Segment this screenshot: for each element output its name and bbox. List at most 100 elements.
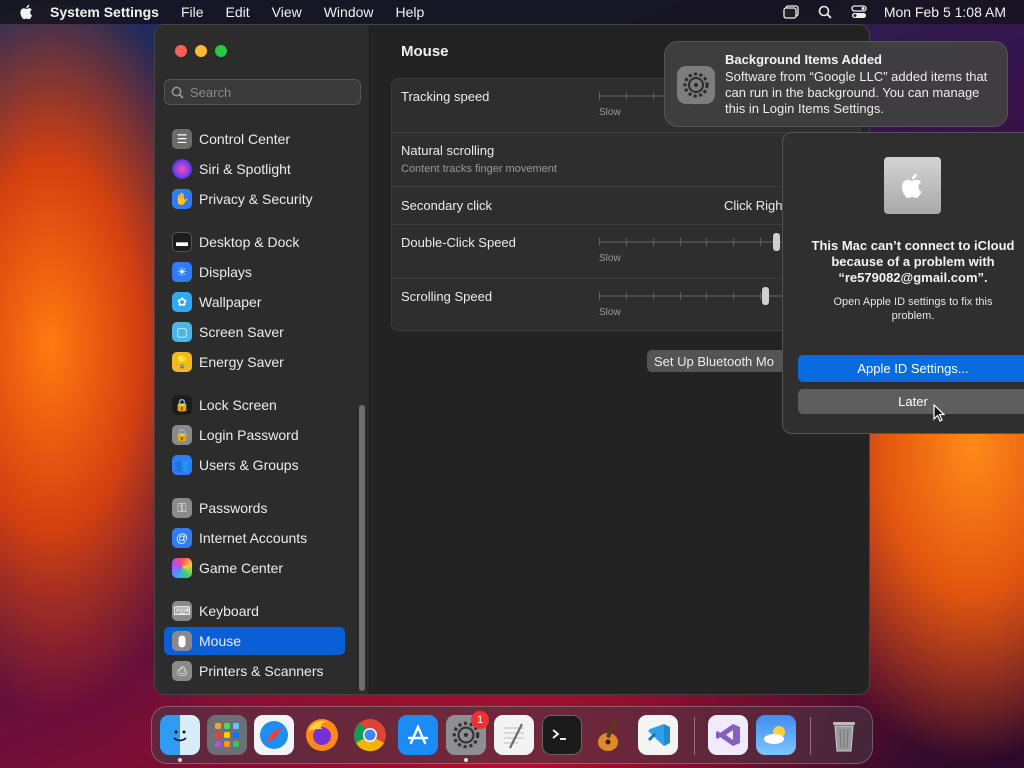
sidebar-item-control-center[interactable]: ☰ Control Center (164, 125, 345, 153)
app-store-icon[interactable] (398, 715, 438, 755)
lock-icon: 🔒 (172, 425, 192, 445)
sidebar-item-label: Keyboard (199, 603, 259, 619)
sidebar-item-displays[interactable]: ☀ Displays (164, 258, 345, 286)
scrolling-speed-label: Scrolling Speed (401, 289, 493, 304)
sidebar-item-lock-screen[interactable]: 🔒 Lock Screen (164, 391, 345, 419)
slider-thumb[interactable] (773, 233, 780, 251)
apple-menu-icon[interactable] (18, 3, 36, 21)
notification-title: Background Items Added (725, 52, 882, 67)
garageband-icon[interactable] (590, 715, 630, 755)
alert-title: This Mac can’t connect to iCloud because… (811, 238, 1015, 285)
sidebar-item-label: Users & Groups (199, 457, 299, 473)
key-icon: ⚿ (172, 498, 192, 518)
sidebar-item-keyboard[interactable]: ⌨ Keyboard (164, 597, 345, 625)
slider-tick (760, 292, 761, 300)
sidebar-item-label: Game Center (199, 560, 284, 576)
safari-icon[interactable] (254, 715, 294, 755)
textedit-icon[interactable] (494, 715, 534, 755)
slider-tick (626, 238, 627, 246)
game-center-icon (172, 558, 192, 578)
slider-tick (733, 238, 734, 246)
menu-app-name[interactable]: System Settings (50, 4, 159, 20)
sidebar-item-login-password[interactable]: 🔒 Login Password (164, 421, 345, 449)
sidebar-item-label: Lock Screen (199, 397, 277, 413)
control-center-icon[interactable] (850, 4, 868, 20)
background-items-notification[interactable]: Background Items Added Software from “Go… (664, 41, 1008, 127)
visual-studio-icon[interactable] (708, 715, 748, 755)
search-icon (171, 86, 184, 99)
sidebar-item-privacy-security[interactable]: ✋ Privacy & Security (164, 185, 345, 213)
sidebar-item-energy-saver[interactable]: 💡 Energy Saver (164, 348, 345, 376)
vscode-icon[interactable] (638, 715, 678, 755)
menu-view[interactable]: View (272, 4, 302, 20)
printer-icon: ⎙ (172, 661, 192, 681)
notification-body: Software from “Google LLC” added items t… (725, 69, 988, 116)
double-click-speed-slider[interactable]: Slow (599, 233, 789, 264)
menu-bar: System Settings File Edit View Window He… (0, 0, 1024, 24)
close-button[interactable] (175, 45, 187, 57)
menu-clock[interactable]: Mon Feb 5 1:08 AM (884, 4, 1006, 20)
finder-icon[interactable] (160, 715, 200, 755)
sidebar-item-screen-saver[interactable]: ▢ Screen Saver (164, 318, 345, 346)
sidebar-item-label: Passwords (199, 500, 268, 516)
scrolling-speed-slider[interactable]: Slow (599, 287, 789, 318)
terminal-icon[interactable] (542, 715, 582, 755)
sidebar-item-users-groups[interactable]: 👥 Users & Groups (164, 451, 345, 479)
screen-saver-icon: ▢ (172, 322, 192, 342)
slider-tick (653, 292, 654, 300)
menu-window[interactable]: Window (324, 4, 374, 20)
sidebar-item-label: Printers & Scanners (199, 663, 324, 679)
hand-icon: ✋ (172, 189, 192, 209)
slider-tick (626, 92, 627, 100)
launchpad-icon[interactable] (207, 715, 247, 755)
zoom-button[interactable] (215, 45, 227, 57)
secondary-click-value[interactable]: Click Righ (724, 198, 783, 213)
window-controls (175, 45, 235, 57)
apple-id-settings-button[interactable]: Apple ID Settings... (798, 355, 1024, 382)
weather-icon[interactable] (756, 715, 796, 755)
siri-icon (172, 159, 192, 179)
setup-bluetooth-mouse-button[interactable]: Set Up Bluetooth Mo (647, 350, 787, 372)
natural-scrolling-label: Natural scrolling (401, 143, 495, 158)
sidebar-item-label: Wallpaper (199, 294, 262, 310)
sidebar-item-passwords[interactable]: ⚿ Passwords (164, 494, 345, 522)
later-button[interactable]: Later (798, 389, 1024, 414)
slider-tick (760, 238, 761, 246)
page-title: Mouse (401, 43, 449, 60)
minimize-button[interactable] (195, 45, 207, 57)
sidebar-item-wallpaper[interactable]: ✿ Wallpaper (164, 288, 345, 316)
control-center-icon: ☰ (172, 129, 192, 149)
firefox-icon[interactable] (302, 715, 342, 755)
sidebar-item-label: Control Center (199, 131, 291, 147)
menu-help[interactable]: Help (396, 4, 425, 20)
sidebar-item-game-center[interactable]: Game Center (164, 554, 345, 582)
sidebar-item-label: Privacy & Security (199, 191, 313, 207)
menu-file[interactable]: File (181, 4, 204, 20)
dock-separator (810, 717, 811, 755)
sidebar-item-printers-scanners[interactable]: ⎙ Printers & Scanners (164, 657, 345, 685)
sidebar-list: ☰ Control Center Siri & Spotlight ✋ Priv… (164, 120, 358, 692)
sidebar-item-label: Mouse (199, 633, 242, 649)
stage-manager-icon[interactable] (782, 4, 800, 20)
sidebar-item-label: Screen Saver (199, 324, 284, 340)
sidebar-item-mouse[interactable]: Mouse (164, 627, 345, 655)
sidebar-item-desktop-dock[interactable]: ▬ Desktop & Dock (164, 228, 345, 256)
trash-icon[interactable] (824, 715, 864, 755)
sidebar-scrollbar[interactable] (359, 405, 365, 691)
keyboard-icon: ⌨ (172, 601, 192, 621)
mouse-pointer-icon (933, 404, 945, 422)
lock-icon: 🔒 (172, 395, 192, 415)
sidebar-item-label: Login Password (199, 427, 299, 443)
chrome-icon[interactable] (350, 715, 390, 755)
alert-message: Open Apple ID settings to fix this probl… (833, 296, 993, 322)
menu-edit[interactable]: Edit (226, 4, 250, 20)
search-input[interactable] (190, 84, 350, 100)
finder-running-dot (178, 758, 182, 762)
sidebar-item-internet-accounts[interactable]: @ Internet Accounts (164, 524, 345, 552)
slider-thumb[interactable] (762, 287, 769, 305)
sidebar: ☰ Control Center Siri & Spotlight ✋ Priv… (155, 25, 370, 694)
spotlight-search-icon[interactable] (816, 4, 834, 20)
search-field[interactable] (164, 79, 361, 105)
sidebar-item-label: Displays (199, 264, 252, 280)
sidebar-item-siri-spotlight[interactable]: Siri & Spotlight (164, 155, 345, 183)
